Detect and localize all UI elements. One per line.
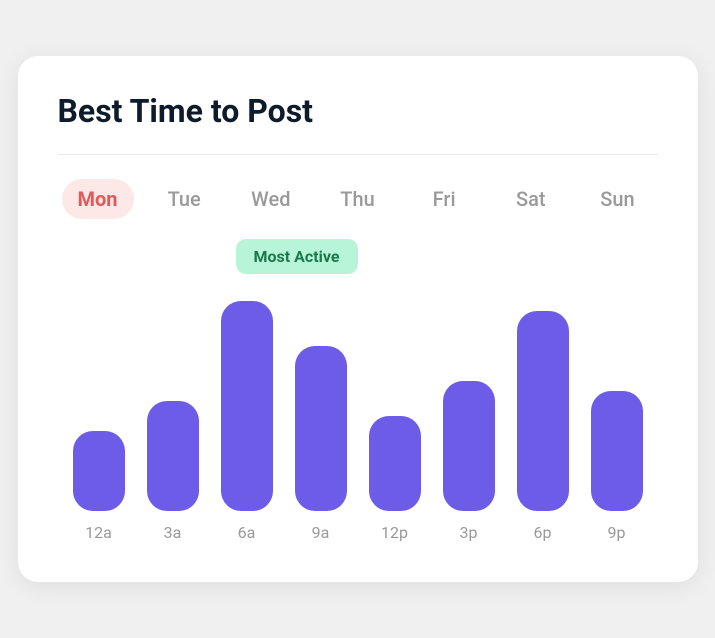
- day-tabs: Mon Tue Wed Thu Fri Sat Sun: [58, 179, 658, 219]
- day-tab-mon[interactable]: Mon: [62, 179, 134, 219]
- bar-col-12a: [62, 431, 136, 511]
- bar-col-12p: [358, 416, 432, 511]
- day-tab-sun[interactable]: Sun: [581, 179, 653, 219]
- time-label-12a: 12a: [62, 523, 136, 542]
- bar-col-9p: [580, 391, 654, 511]
- bar-3p: [443, 381, 495, 511]
- time-label-6p: 6p: [506, 523, 580, 542]
- bar-12p: [369, 416, 421, 511]
- day-tab-thu[interactable]: Thu: [321, 179, 393, 219]
- bar-6p: [517, 311, 569, 511]
- bar-6a: [221, 301, 273, 511]
- time-label-12p: 12p: [358, 523, 432, 542]
- bar-9p: [591, 391, 643, 511]
- bar-col-3a: [136, 401, 210, 511]
- time-label-3p: 3p: [432, 523, 506, 542]
- day-tab-tue[interactable]: Tue: [148, 179, 220, 219]
- chart-wrapper: Most Active 12a3a6a9a12p3p6p9p: [58, 251, 658, 542]
- time-label-3a: 3a: [136, 523, 210, 542]
- time-label-9p: 9p: [580, 523, 654, 542]
- bar-col-6a: [210, 301, 284, 511]
- bars-container: [58, 251, 658, 511]
- bar-9a: [295, 346, 347, 511]
- bar-12a: [73, 431, 125, 511]
- time-label-6a: 6a: [210, 523, 284, 542]
- time-labels: 12a3a6a9a12p3p6p9p: [58, 511, 658, 542]
- bar-col-3p: [432, 381, 506, 511]
- divider: [58, 154, 658, 155]
- time-label-9a: 9a: [284, 523, 358, 542]
- day-tab-sat[interactable]: Sat: [495, 179, 567, 219]
- best-time-card: Best Time to Post MonTueWedThuFriSatSun …: [18, 56, 698, 582]
- bar-col-9a: [284, 346, 358, 511]
- day-tab-fri[interactable]: Fri: [408, 179, 480, 219]
- most-active-badge: Most Active: [236, 239, 358, 274]
- bar-col-6p: [506, 311, 580, 511]
- page-title: Best Time to Post: [58, 92, 658, 130]
- day-tab-wed[interactable]: Wed: [235, 179, 307, 219]
- bar-3a: [147, 401, 199, 511]
